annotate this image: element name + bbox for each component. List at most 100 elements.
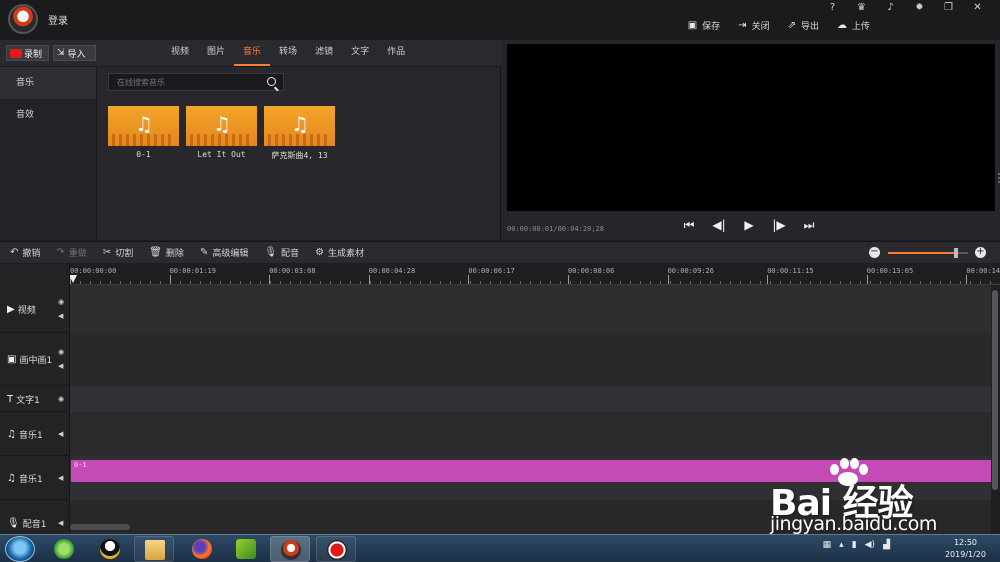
track-header-voiceover[interactable]: 🎙 配音1 ◀	[0, 500, 70, 534]
taskbar-app-player[interactable]	[226, 536, 266, 562]
preview-timecode: 00:00:00:01/00:04:20;28	[507, 225, 604, 233]
search-icon[interactable]	[267, 77, 276, 86]
bell-icon[interactable]: ♪	[876, 2, 905, 14]
library-tabs: 视频 图片 音乐 转场 滤镜 文字 作品	[162, 40, 414, 66]
step-forward-icon[interactable]: |▶	[771, 218, 787, 233]
lane-pip[interactable]	[70, 333, 991, 386]
zoom-slider[interactable]: − +	[868, 246, 990, 260]
taskbar-app-firefox[interactable]	[182, 536, 222, 562]
redo-button[interactable]: ↷ 重做	[56, 246, 86, 259]
ruler-tick	[966, 275, 968, 284]
track-header-pip[interactable]: ▣ 画中画1 ◉ ◀	[0, 333, 70, 386]
taskbar-app-explorer[interactable]	[134, 536, 174, 562]
media-caption: 0-1	[136, 150, 151, 159]
media-item[interactable]: ♫ 0-1	[108, 106, 179, 159]
advanced-edit-button[interactable]: ✎ 高级编辑	[200, 246, 248, 259]
tab-text[interactable]: 文字	[342, 40, 378, 66]
media-item[interactable]: ♫ 萨克斯曲4, 13	[264, 106, 335, 161]
editor-icon	[281, 540, 301, 560]
undo-button[interactable]: ↶ 撤销	[10, 246, 40, 259]
speaker-icon[interactable]: ◀	[58, 427, 63, 441]
vip-icon[interactable]: ♛	[847, 2, 876, 14]
mic-track-icon: 🎙	[7, 518, 20, 529]
export-button[interactable]: ⇗ 导出	[788, 19, 819, 32]
track-header-music[interactable]: ♫ 音乐1 ◀	[0, 412, 70, 456]
skip-end-icon[interactable]: ⏭	[801, 218, 817, 233]
watermark-url: jingyan.baidu.com	[770, 513, 937, 535]
help-icon[interactable]: ?	[818, 2, 847, 14]
tab-transition[interactable]: 转场	[270, 40, 306, 66]
zoom-track[interactable]	[888, 248, 968, 258]
generate-material-button[interactable]: ⚙ 生成素材	[315, 246, 364, 259]
lane-video[interactable]	[70, 285, 991, 333]
upload-button[interactable]: ☁ 上传	[837, 19, 870, 32]
zoom-in-icon[interactable]: +	[975, 247, 986, 258]
save-button[interactable]: ▣ 保存	[688, 19, 720, 32]
music-note-icon: ♫	[291, 112, 309, 136]
network-icon[interactable]: ▟	[883, 540, 890, 550]
taskbar-clock[interactable]: 12:50 2019/1/20	[945, 537, 986, 561]
tab-music[interactable]: 音乐	[234, 40, 271, 66]
tab-image[interactable]: 图片	[198, 40, 234, 66]
step-back-icon[interactable]: ◀|	[711, 218, 727, 233]
gear-icon[interactable]: ✹	[905, 2, 934, 14]
skip-start-icon[interactable]: ⏮	[681, 218, 697, 233]
timeline-ruler[interactable]: 00:00:00:00 00:00:01:19 00:00:03:08 00:00:0…	[70, 264, 1000, 285]
browser-360-icon	[54, 539, 74, 559]
search-input[interactable]	[109, 74, 259, 90]
eye-icon[interactable]: ◉	[58, 345, 64, 359]
lane-music[interactable]	[70, 412, 991, 456]
qq-icon	[100, 539, 120, 559]
system-tray: ▦ ▴ ▮ ◀) ▟	[823, 540, 890, 550]
speaker-icon[interactable]: ◀	[58, 309, 64, 323]
eye-icon[interactable]: ◉	[58, 295, 64, 309]
play-icon[interactable]: ▶	[741, 218, 757, 233]
eye-icon[interactable]: ◉	[58, 392, 64, 406]
cut-button[interactable]: ✂ 切割	[103, 246, 133, 259]
ruler-minor-ticks	[70, 281, 1000, 284]
keyboard-icon[interactable]: ▦	[823, 540, 832, 550]
device-icon[interactable]: ▮	[852, 540, 857, 550]
import-icon: ⇲	[57, 48, 65, 58]
ruler-tick-label: 00:00:06:17	[468, 267, 515, 275]
delete-button[interactable]: 🗑 删除	[149, 246, 184, 259]
taskbar-app-360[interactable]	[44, 536, 84, 562]
clock-date: 2019/1/20	[944, 550, 986, 559]
ruler-tick	[767, 275, 769, 284]
folder-icon	[145, 540, 165, 560]
horizontal-scrollbar[interactable]	[70, 524, 130, 530]
playhead[interactable]	[69, 275, 77, 283]
category-music[interactable]: 音乐	[0, 67, 96, 99]
tab-video[interactable]: 视频	[162, 40, 198, 66]
zoom-out-icon[interactable]: −	[869, 247, 880, 258]
taskbar-app-editor[interactable]	[270, 536, 310, 562]
ruler-tick-label: 00:00:01:19	[169, 267, 216, 275]
tray-expand-icon[interactable]: ▴	[839, 540, 844, 550]
category-sound-effect[interactable]: 音效	[0, 99, 96, 131]
close-project-button[interactable]: ⇥ 关闭	[738, 19, 769, 32]
track-header-video[interactable]: ▶ 视频 ◉ ◀	[0, 285, 70, 333]
voiceover-button[interactable]: 🎙 配音	[264, 246, 299, 259]
tab-works[interactable]: 作品	[378, 40, 414, 66]
zoom-fill	[888, 252, 956, 254]
track-header-music[interactable]: ♫ 音乐1 ◀	[0, 456, 70, 500]
close-icon[interactable]: ✕	[963, 2, 992, 14]
taskbar-app-qq[interactable]	[90, 536, 130, 562]
speaker-icon[interactable]: ◀	[58, 471, 63, 485]
import-button[interactable]: ⇲ 导入	[53, 45, 96, 61]
volume-icon[interactable]: ◀)	[865, 540, 875, 550]
lane-text[interactable]	[70, 386, 991, 412]
login-link[interactable]: 登录	[48, 12, 68, 27]
maximize-icon[interactable]: ❐	[934, 2, 963, 14]
windows-taskbar: ▦ ▴ ▮ ◀) ▟ 12:50 2019/1/20	[0, 534, 1000, 562]
speaker-icon[interactable]: ◀	[58, 359, 64, 373]
zoom-handle[interactable]	[954, 248, 958, 258]
start-button[interactable]	[5, 536, 35, 562]
track-header-text[interactable]: T 文字1 ◉	[0, 386, 70, 412]
record-button[interactable]: 录制	[6, 45, 49, 61]
speaker-icon[interactable]: ◀	[58, 516, 63, 530]
ruler-tick-label: 00:00:14:	[966, 267, 1000, 275]
media-item[interactable]: ♫ Let It Out	[186, 106, 257, 159]
taskbar-app-recorder[interactable]	[316, 536, 356, 562]
tab-filter[interactable]: 滤镜	[306, 40, 342, 66]
